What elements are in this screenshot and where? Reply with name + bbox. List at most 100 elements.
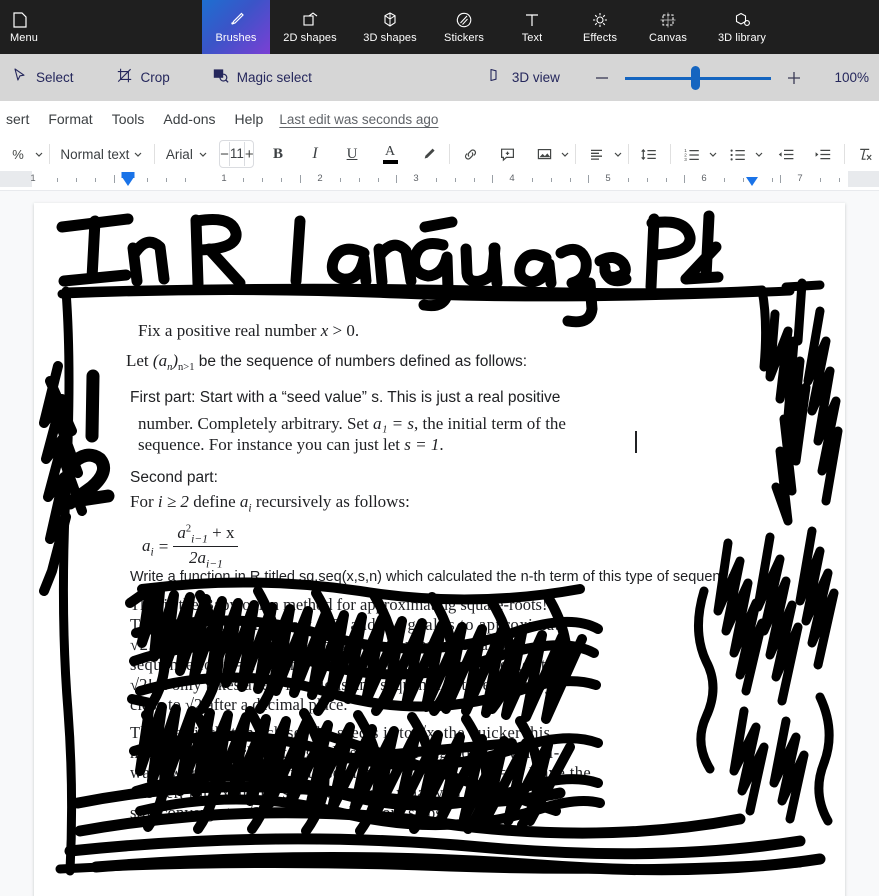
ruler-tick <box>474 178 475 182</box>
doc-line-let-pre: Let <box>126 351 153 370</box>
zoom-percent-label: 100% <box>834 70 869 85</box>
ribbon-tab-3d-shapes-label: 3D shapes <box>363 32 417 44</box>
ruler-tick <box>76 178 77 182</box>
font-size-stepper[interactable]: − 11 + <box>219 140 255 168</box>
scribbled-2-line-4: answer, for example, s = 100 and see wha… <box>130 783 541 802</box>
magic-select-tool-label: Magic select <box>236 70 312 85</box>
first-line-indent-marker[interactable] <box>122 177 134 186</box>
zoom-slider-knob[interactable] <box>691 65 700 90</box>
doc-first-part-line2-math: a₁ = s <box>372 414 414 433</box>
font-size-increase-button[interactable]: + <box>245 142 253 166</box>
text-color-button[interactable]: A <box>374 141 406 167</box>
formula-fraction: a2i−1 + x 2ai−1 <box>173 523 239 571</box>
ribbon-tab-canvas[interactable]: Canvas <box>634 0 702 54</box>
3d-view-tool[interactable]: 3D view <box>476 54 570 101</box>
percent-chevron-down-icon[interactable] <box>34 149 44 159</box>
ribbon-tab-3d-library[interactable]: 3D library <box>702 0 782 54</box>
docs-page[interactable]: Fix a positive real number x > 0. Let (a… <box>34 203 845 896</box>
numbered-list-icon[interactable]: 123 <box>676 140 708 168</box>
ruler-tick <box>551 178 552 182</box>
insert-image-chevron-down-icon[interactable] <box>560 149 570 159</box>
increase-indent-icon[interactable] <box>807 140 839 168</box>
scribbled-1-line-1: This is the Babylonian method for approx… <box>130 595 548 614</box>
3d-library-icon <box>732 9 752 31</box>
docs-menu-bar: sert Format Tools Add-ons Help Last edit… <box>0 101 879 138</box>
zoom-out-button[interactable] <box>579 58 625 98</box>
numbered-list-chevron-down-icon[interactable] <box>708 149 718 159</box>
doc-first-part-line3: sequence. For instance you can just let … <box>138 435 444 455</box>
ribbon-tab-brushes-label: Brushes <box>215 32 257 44</box>
menu-help[interactable]: Help <box>228 107 271 131</box>
formula-denominator: 2ai−1 <box>188 548 223 571</box>
select-tool[interactable]: Select <box>2 54 84 101</box>
doc-first-part-line3-pre: sequence. For instance you can just let <box>138 435 405 454</box>
zoom-control: 100% <box>579 58 879 98</box>
crop-tool-label: Crop <box>140 70 170 85</box>
ribbon-tab-2d-shapes[interactable]: 2D shapes <box>270 0 350 54</box>
ruler-tick <box>185 178 186 182</box>
ruler-tick <box>378 178 379 182</box>
doc-second-part-line1-mid: define <box>188 492 240 511</box>
align-chevron-down-icon[interactable] <box>613 149 623 159</box>
ruler-tick <box>243 178 244 182</box>
clear-formatting-icon[interactable] <box>849 140 879 168</box>
right-indent-marker[interactable] <box>746 177 758 186</box>
ribbon-tab-stickers[interactable]: Stickers <box>430 0 498 54</box>
font-family-value: Arial <box>165 146 193 162</box>
ribbon-tab-3d-shapes[interactable]: 3D shapes <box>350 0 430 54</box>
menu-format[interactable]: Format <box>41 107 99 131</box>
align-left-icon[interactable] <box>581 140 613 168</box>
ribbon-tab-text[interactable]: Text <box>498 0 566 54</box>
docs-ruler[interactable]: 1 1 2 3 4 5 6 7 <box>0 171 879 191</box>
add-comment-icon[interactable] <box>491 140 523 168</box>
doc-second-part-line1: For i ≥ 2 define ai recursively as follo… <box>130 492 410 514</box>
svg-text:3: 3 <box>684 157 687 162</box>
highlight-pen-icon[interactable] <box>412 140 444 168</box>
zoom-slider[interactable] <box>625 58 771 98</box>
ribbon-tab-effects[interactable]: Effects <box>566 0 634 54</box>
last-edit-status[interactable]: Last edit was seconds ago <box>279 112 438 127</box>
link-icon[interactable] <box>454 140 486 168</box>
paragraph-style-select[interactable]: Normal text <box>54 141 149 167</box>
ruler-right-margin <box>848 171 879 187</box>
bulleted-list-icon[interactable] <box>722 140 754 168</box>
bold-button[interactable]: B <box>262 140 294 168</box>
ribbon-tab-3d-library-label: 3D library <box>717 32 767 44</box>
ruler-number-3: 3 <box>413 173 419 184</box>
percent-format-button[interactable]: % <box>2 140 34 168</box>
paragraph-style-value: Normal text <box>60 146 130 162</box>
font-size-decrease-button[interactable]: − <box>220 142 229 166</box>
3d-shapes-icon <box>380 9 400 31</box>
zoom-in-button[interactable] <box>771 58 817 98</box>
menu-addons[interactable]: Add-ons <box>156 107 222 131</box>
ruler-tick-major <box>396 175 397 183</box>
underline-button[interactable]: U <box>336 140 368 168</box>
scribbled-2-line-5: still converge to √2 but it will take mo… <box>130 803 447 822</box>
magic-select-tool[interactable]: Magic select <box>202 54 322 101</box>
text-t-icon <box>522 9 542 31</box>
bulleted-list-chevron-down-icon[interactable] <box>754 149 764 159</box>
ruler-tick-major <box>588 175 589 183</box>
menu-insert[interactable]: sert <box>0 107 36 131</box>
ribbon-tab-brushes[interactable]: Brushes <box>202 0 270 54</box>
ribbon-tab-menu[interactable]: Menu <box>0 0 70 54</box>
formula-lhs: ai <box>142 535 154 559</box>
ruler-tick <box>340 178 341 182</box>
menu-tools[interactable]: Tools <box>105 107 152 131</box>
italic-button[interactable]: I <box>299 140 331 168</box>
2d-shapes-icon <box>300 9 320 31</box>
ruler-number-1: 1 <box>221 173 227 184</box>
scribbled-1-line-6: close to √2 after a decimal place. <box>130 695 348 714</box>
ruler-tick-major <box>780 175 781 183</box>
crop-tool[interactable]: Crop <box>106 54 180 101</box>
ruler-tick <box>839 178 840 182</box>
ribbon-tab-2d-shapes-label: 2D shapes <box>283 32 337 44</box>
decrease-indent-icon[interactable] <box>770 140 802 168</box>
insert-image-icon[interactable] <box>528 140 560 168</box>
scribbled-1-line-4: sequence for i = 2, 3, and note the sequ… <box>130 655 555 674</box>
scribbled-1-line-2: Try it for yourself: take x = 2, and the… <box>130 615 568 634</box>
font-size-value[interactable]: 11 <box>228 142 245 166</box>
line-spacing-icon[interactable] <box>633 140 665 168</box>
doc-line-fix: Fix a positive real number x > 0. <box>138 321 359 341</box>
font-family-select[interactable]: Arial <box>160 141 214 167</box>
